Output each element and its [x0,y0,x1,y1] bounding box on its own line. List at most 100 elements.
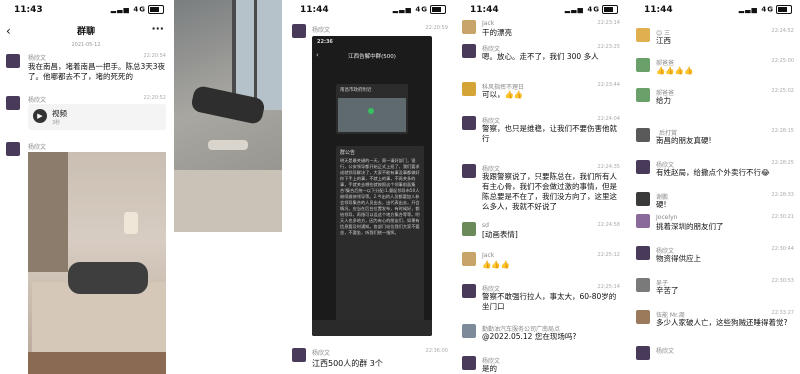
message-text: 嗯。放心。走不了，我们 300 多人 [482,52,599,61]
message-time: 22:33:27 [771,310,794,316]
message-text: 👍👍👍👍 [656,66,694,75]
message-time: 22:20:52 [143,95,166,101]
message-text: 江西 [656,36,671,45]
photo-shoes [208,140,248,150]
more-button[interactable]: ··· [151,22,164,35]
avatar[interactable] [462,116,476,130]
network-label: 4G [761,5,774,14]
battery-icon [430,5,446,14]
message-text: @2022.05.12 您在现场吗? [482,332,577,341]
avatar[interactable] [636,88,650,102]
sender-name: 杨欣文 [28,55,47,62]
network-label: 4G [133,5,146,14]
avatar[interactable] [636,278,650,292]
avatar[interactable] [636,246,650,260]
message-text: 物资得供应上 [656,254,701,263]
battery-icon [148,5,164,14]
status-time: 11:43 [14,5,43,15]
avatar[interactable] [462,356,476,370]
chat-screenshot-1: 11:43 ▂▃▅ 4G ‹ 群聊 ··· 2021-05-12 杨欣文 22:… [0,0,172,374]
status-bar: 11:44 ▂▃▅ 4G [286,0,454,20]
avatar[interactable] [636,214,650,228]
message-text: 可以，👍👍 [482,90,524,99]
avatar[interactable] [636,160,650,174]
signal-icon: ▂▃▅ 4G [111,5,164,14]
chat-screenshot-4: 11:44 ▂▃▅ 4G Jack 22:23:14 干的漂亮 杨欣文 22:23:25… [456,0,626,374]
avatar[interactable] [462,44,476,58]
message-time: 22:30:44 [771,246,794,252]
sender-name: 杨欣文 [312,27,331,34]
message-time: 22:25:00 [771,58,794,64]
avatar[interactable] [462,82,476,96]
message-text: 是的 [482,364,497,373]
avatar[interactable] [636,28,650,42]
date-label: 2021-05-12 [71,42,101,48]
message-text: 👍👍👍 [482,260,511,269]
notice-text: 明天是最关键的一天，周一请好部门，银行，公安领导都开始正式上班了，我们要求成就领… [340,158,420,235]
avatar[interactable] [6,54,20,68]
avatar[interactable] [292,348,306,362]
floor-photo [174,0,282,232]
message-text: 硬! [656,200,667,209]
avatar[interactable] [292,24,306,38]
avatar[interactable] [462,222,476,236]
message-time: 22:25:14 [597,284,620,290]
message-text: 江西500人的群 3个 [312,359,383,368]
battery-icon [602,5,618,14]
avatar[interactable] [636,58,650,72]
avatar[interactable] [462,284,476,298]
avatar[interactable] [462,252,476,266]
avatar[interactable] [636,128,650,142]
status-bar: 11:44 ▂▃▅ 4G [456,0,626,20]
avatar[interactable] [6,142,20,156]
avatar[interactable] [636,346,650,360]
message-time: 22:25:02 [771,88,794,94]
message-time: 22:20:59 [425,25,448,31]
message-text: 挑着深圳的朋友们了 [656,222,724,231]
sender-name: Jack [482,20,495,27]
message-text: 辛苦了 [656,286,679,295]
message-text: 干的漂亮 [482,28,512,37]
avatar[interactable] [462,20,476,34]
avatar[interactable] [462,324,476,338]
status-time: 11:44 [470,5,499,15]
photo-window-frame [254,0,257,110]
message-time: 22:28:33 [771,192,794,198]
status-time: 11:44 [300,5,329,15]
nested-screenshot[interactable]: 22:36 ‹ 江西告解中群(500) 南昌市政府附近 群公告 明天是最关键的一… [312,36,432,336]
message-time: 22:23:14 [597,20,620,26]
message-text: [动画表情] [482,230,518,239]
video-card[interactable]: ▶ 视频 3秒 [28,104,166,130]
photo-floor [28,352,166,374]
signal-icon: ▂▃▅ 4G [739,5,792,14]
avatar[interactable] [462,164,476,178]
sender-name: 杨欣文 [312,350,331,357]
status-bar: 11:43 ▂▃▅ 4G [0,0,172,20]
signal-icon: ▂▃▅ 4G [565,5,618,14]
message-text: 我跟警察说了，只要陈总在，我们所有人有主心骨，我们不会做过激的事情，但是陈总要是… [482,172,617,211]
photo-floor [174,170,282,232]
photo-person [68,262,148,294]
photo-wall-lamp [124,212,138,234]
avatar[interactable] [636,310,650,324]
sender-name: 杨欣文 [28,144,47,151]
sender-name: Jocelyn [656,214,678,221]
message-time: 22:28:15 [771,128,794,134]
message-text: 南昌的朋友真硬! [656,136,712,145]
avatar[interactable] [636,192,650,206]
message-time: 22:30:53 [771,278,794,284]
nested-title: 江西告解中群(500) [348,54,396,60]
map-thumbnail [338,98,406,132]
avatar[interactable] [6,96,20,110]
message-time: 22:23:25 [597,44,620,50]
message-time: 22:30:21 [771,214,794,220]
chat-screenshot-5: 11:44 ▂▃▅ 4G 😊 三 22:24:52 江西 郝爸爸 22:25:00 👍👍👍… [630,0,800,374]
status-bar: 11:44 ▂▃▅ 4G [630,0,800,20]
message-text: 给力 [656,96,671,105]
card-title: 视频 [52,109,67,118]
message-time: 22:24:35 [597,164,620,170]
nested-location-card: 南昌市政府附近 [336,84,408,134]
bedroom-photo[interactable] [28,152,166,374]
message-time: 22:24:52 [771,28,794,34]
nested-time: 22:36 [317,39,333,45]
